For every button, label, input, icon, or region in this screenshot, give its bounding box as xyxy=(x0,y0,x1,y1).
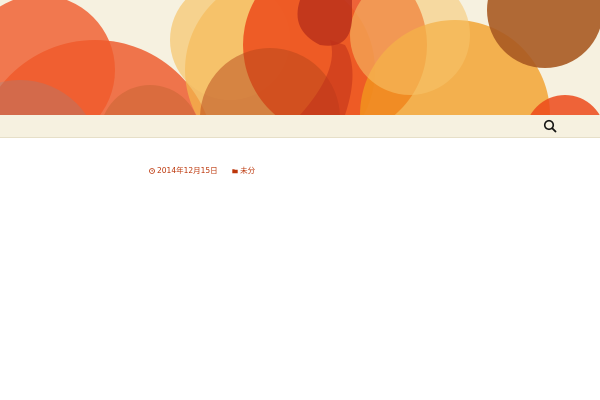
navigation-bar xyxy=(0,115,600,138)
search-icon xyxy=(543,119,557,133)
post-meta: 2014年12月15日 未分 xyxy=(149,165,454,177)
post-article: 2014年12月15日 未分 xyxy=(149,158,454,191)
search-button[interactable] xyxy=(541,117,559,135)
header-decoration xyxy=(0,0,600,115)
post-date-link[interactable]: 2014年12月15日 xyxy=(149,165,218,177)
folder-icon xyxy=(232,169,238,174)
clock-icon xyxy=(149,168,155,174)
post-category-link[interactable]: 未分 xyxy=(232,165,255,177)
post-category: 未分 xyxy=(240,166,256,175)
site-header xyxy=(0,0,600,115)
post-date: 2014年12月15日 xyxy=(157,166,218,175)
